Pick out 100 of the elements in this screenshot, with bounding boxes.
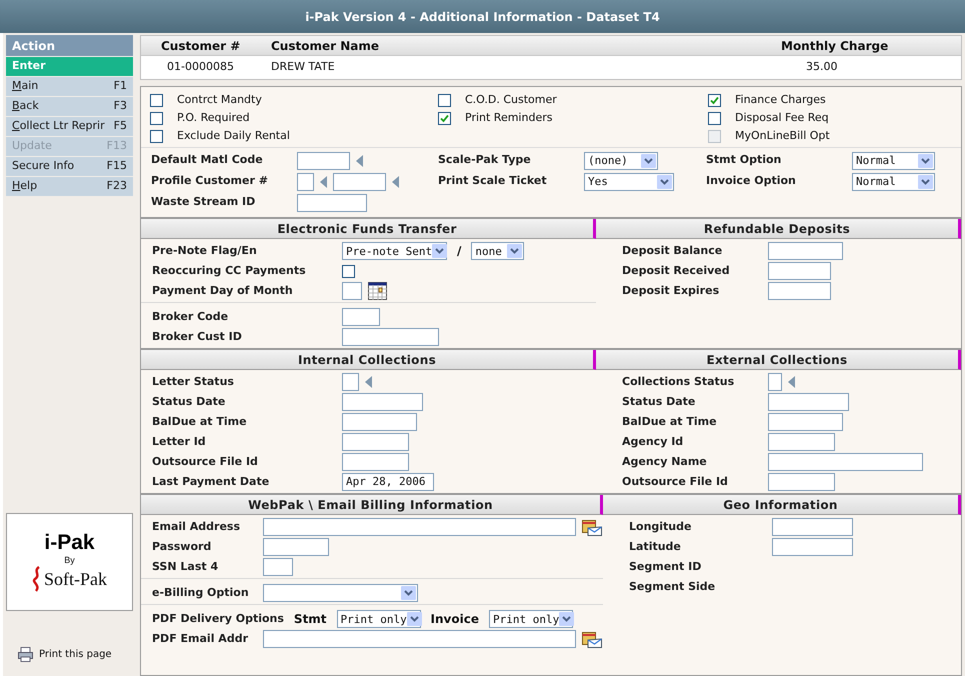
lookup-arrow-icon[interactable]	[356, 154, 363, 166]
sidebar-item[interactable]: Main F1	[6, 77, 133, 96]
section-header: Geo Information	[603, 495, 961, 515]
checkbox-label: C.O.D. Customer	[465, 92, 557, 108]
checkbox[interactable]	[150, 130, 163, 142]
input-field[interactable]	[768, 473, 835, 491]
field-label: Outsource File Id	[152, 454, 259, 470]
print-label: Print this page	[39, 648, 112, 662]
dropdown[interactable]: (none)	[584, 152, 658, 170]
field-label: Password	[152, 538, 212, 555]
shortcut-key: F13	[106, 138, 127, 155]
chevron-down-icon	[406, 612, 422, 626]
dropdown-value: (none)	[588, 155, 628, 166]
address-book-mail-icon[interactable]	[582, 630, 602, 648]
input-field[interactable]	[768, 262, 831, 280]
input-field[interactable]: Apr 28, 2006	[342, 473, 434, 491]
input-field[interactable]	[342, 413, 417, 431]
check-icon	[440, 114, 449, 122]
checkbox[interactable]	[438, 94, 451, 106]
table-cell-text: 35.00	[805, 59, 838, 76]
input-field[interactable]	[342, 373, 359, 391]
input-field[interactable]	[768, 393, 849, 411]
dropdown[interactable]: Normal	[852, 152, 935, 170]
field-label: Deposit Balance	[622, 242, 724, 259]
input-field[interactable]	[768, 242, 843, 260]
field-label: e-Billing Option	[152, 584, 250, 601]
input-field[interactable]	[333, 172, 386, 190]
input-field[interactable]	[768, 433, 835, 451]
lookup-arrow-icon[interactable]	[788, 376, 795, 388]
sidebar-item[interactable]: Help F23	[6, 177, 133, 196]
column-header: Customer #	[160, 38, 242, 54]
field-label: Last Payment Date	[152, 474, 270, 490]
dropdown[interactable]: Print only	[336, 610, 421, 628]
input-field[interactable]	[297, 152, 350, 170]
dropdown[interactable]: Yes	[584, 172, 674, 190]
field-label: Broker Cust ID	[152, 328, 243, 345]
item-label: Help	[12, 178, 38, 194]
checkbox[interactable]	[342, 264, 355, 278]
lookup-arrow-icon[interactable]	[392, 176, 399, 188]
field-label: Reoccuring CC Payments	[152, 262, 307, 279]
field-label: Letter Status	[152, 374, 235, 390]
input-field[interactable]	[297, 172, 314, 190]
input-field[interactable]	[768, 413, 843, 431]
checkbox[interactable]	[150, 112, 163, 124]
checkbox[interactable]	[708, 94, 721, 106]
dropdown[interactable]: none	[471, 242, 524, 260]
input-field[interactable]	[342, 328, 439, 346]
field-label: Stmt Option	[706, 152, 782, 168]
item-label: Secure Info	[12, 158, 74, 174]
input-field[interactable]	[263, 558, 293, 576]
address-book-mail-icon[interactable]	[582, 518, 602, 536]
field-label: PDF Delivery Options	[152, 610, 285, 627]
input-field[interactable]	[297, 194, 367, 212]
sidebar-item[interactable]: Back F3	[6, 97, 133, 116]
dropdown[interactable]: Normal	[852, 172, 935, 190]
checkbox-label: Contrct Mandty	[177, 92, 262, 108]
sidebar-item[interactable]: Collect Ltr Reprir F5	[6, 117, 133, 136]
checkbox[interactable]	[438, 112, 451, 124]
dropdown-value: none	[475, 246, 502, 256]
input-field[interactable]	[768, 282, 831, 300]
checkbox-label: Exclude Daily Rental	[177, 128, 290, 144]
input-field[interactable]	[342, 282, 362, 300]
input-field[interactable]	[342, 393, 423, 411]
input-field[interactable]	[342, 433, 409, 451]
company-logo: Soft-Pak	[44, 570, 107, 588]
dropdown-value: Print only	[340, 614, 407, 624]
input-field[interactable]	[772, 518, 853, 536]
lookup-arrow-icon[interactable]	[365, 376, 372, 388]
lookup-arrow-icon[interactable]	[320, 176, 327, 188]
field-label: BalDue at Time	[622, 414, 718, 430]
field-label: BalDue at Time	[152, 414, 248, 430]
dropdown[interactable]: Print only	[489, 610, 573, 628]
shortcut-key: F23	[106, 178, 127, 195]
print-link[interactable]: Print this page	[6, 647, 133, 662]
section-header: WebPak \ Email Billing Information	[141, 495, 603, 515]
checkbox[interactable]	[150, 94, 163, 106]
dropdown-value: Print only	[493, 614, 560, 624]
section-header: External Collections	[596, 350, 961, 370]
input-field[interactable]	[772, 538, 853, 556]
input-field[interactable]	[342, 308, 380, 326]
input-field[interactable]	[263, 630, 576, 648]
input-field[interactable]	[768, 373, 782, 391]
checkbox[interactable]	[708, 112, 721, 124]
dropdown[interactable]: Pre-note Sent	[342, 242, 447, 260]
logo-by: By	[64, 554, 75, 566]
dropdown[interactable]	[263, 584, 418, 602]
field-label: Segment ID	[629, 558, 702, 575]
field-label: Collections Status	[622, 374, 736, 390]
item-label: Main	[12, 78, 38, 94]
table-cell-text: 01-0000085	[166, 59, 235, 76]
calendar-icon[interactable]	[368, 282, 387, 300]
item-label: Back	[12, 98, 39, 114]
input-field[interactable]	[263, 538, 329, 556]
input-field[interactable]	[768, 453, 923, 471]
input-field[interactable]	[342, 453, 409, 471]
column-header: Customer Name	[271, 38, 380, 54]
field-label: PDF Email Addr	[152, 630, 249, 647]
sidebar-item[interactable]: Secure Info F15	[6, 157, 133, 176]
chevron-down-icon	[641, 154, 656, 168]
input-field[interactable]	[263, 518, 576, 536]
